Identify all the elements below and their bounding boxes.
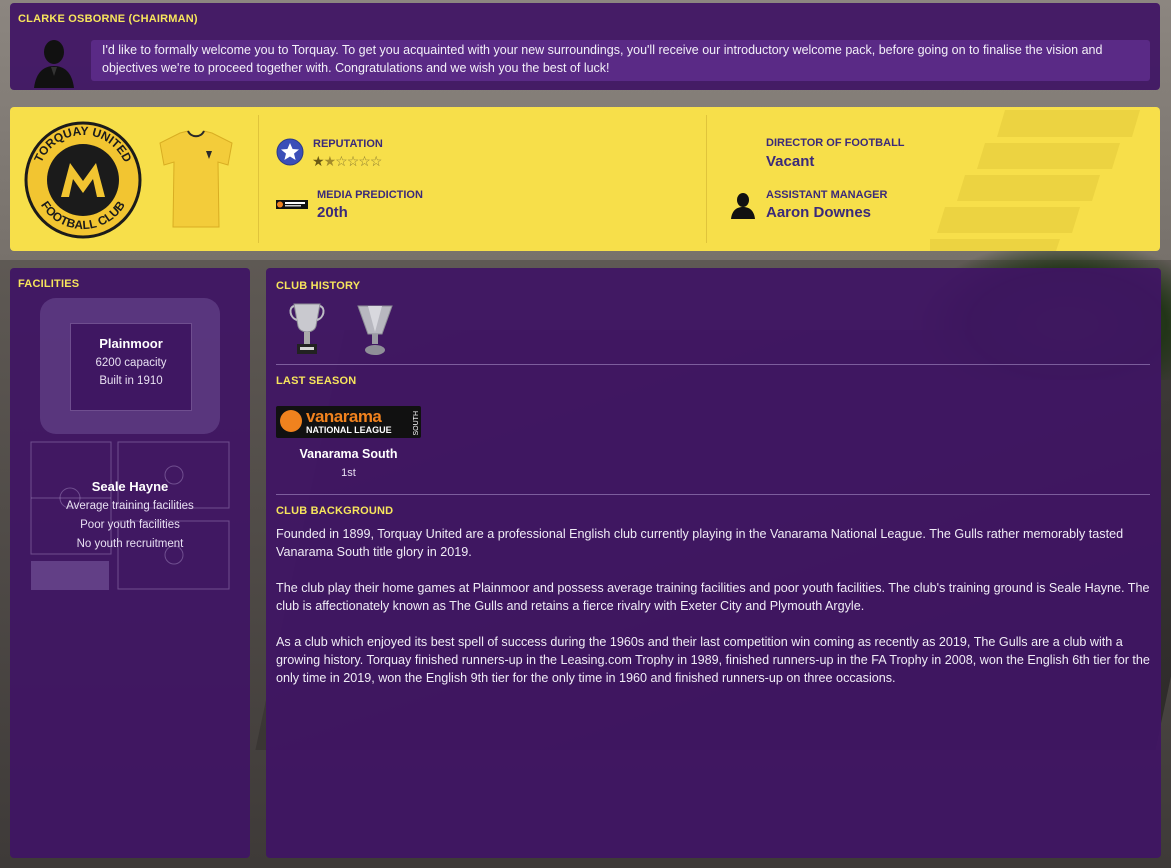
reputation-star-icon: ★ [323, 153, 337, 169]
assistant-manager-label: ASSISTANT MANAGER [766, 189, 888, 201]
stadium-diagram[interactable]: Plainmoor 6200 capacity Built in 1910 [40, 298, 220, 434]
chairman-silhouette-icon [34, 40, 74, 88]
vanarama-league-logo[interactable]: vanarama NATIONAL LEAGUE SOUTH [276, 406, 421, 438]
club-background-text: Founded in 1899, Torquay United are a pr… [276, 525, 1151, 705]
vanarama-logo-side-label: SOUTH [413, 411, 420, 436]
stadium-pitch: Plainmoor 6200 capacity Built in 1910 [70, 323, 192, 411]
stadium-built: Built in 1910 [99, 375, 163, 387]
director-of-football-value[interactable]: Vacant [766, 153, 814, 170]
chairman-message: I'd like to formally welcome you to Torq… [91, 40, 1150, 81]
youth-facilities-line: Poor youth facilities [80, 519, 180, 531]
reputation-stars: ★★☆☆☆☆ [312, 153, 383, 170]
assistant-manager-silhouette-icon [731, 193, 755, 219]
club-header-panel: TORQUAY UNITED FOOTBALL CLUB REPUTATION … [10, 107, 1160, 251]
reputation-star-icon [276, 138, 304, 166]
trophy-icon[interactable] [354, 302, 396, 358]
reputation-star-icon: ☆ [369, 153, 383, 169]
reputation-star-icon: ☆ [346, 153, 360, 169]
training-ground-diagram[interactable] [30, 441, 230, 591]
last-season-league[interactable]: Vanarama South [276, 447, 421, 461]
training-ground-name: Seale Hayne [91, 479, 169, 494]
section-divider [276, 494, 1150, 495]
last-season-position: 1st [341, 467, 356, 479]
league-mini-logo-icon [276, 200, 308, 209]
club-history-panel: CLUB HISTORY LAST SEASON vanarama NATION… [266, 268, 1161, 858]
training-facilities-line: Average training facilities [66, 500, 194, 512]
club-background-title: CLUB BACKGROUND [276, 505, 394, 517]
director-of-football-label: DIRECTOR OF FOOTBALL [766, 137, 905, 149]
media-prediction-label: MEDIA PREDICTION [317, 189, 423, 201]
club-badge-logo: TORQUAY UNITED FOOTBALL CLUB [24, 121, 142, 239]
trophy-icon[interactable] [286, 300, 328, 358]
facilities-panel: FACILITIES Plainmoor 6200 capacity Built… [10, 268, 250, 858]
chairman-message-panel: CLARKE OSBORNE (CHAIRMAN) I'd like to fo… [10, 3, 1160, 90]
reputation-label: REPUTATION [313, 138, 383, 150]
youth-recruitment-line: No youth recruitment [76, 538, 184, 550]
background-paragraph: Founded in 1899, Torquay United are a pr… [276, 527, 1124, 559]
header-stripes-decoration [930, 110, 1140, 251]
facilities-title: FACILITIES [18, 278, 80, 290]
stadium-name: Plainmoor [99, 336, 163, 351]
stadium-capacity: 6200 capacity [95, 357, 167, 369]
vanarama-logo-emblem-icon [280, 410, 302, 432]
reputation-star-icon: ☆ [358, 153, 371, 169]
last-season-title: LAST SEASON [276, 375, 357, 387]
background-paragraph: As a club which enjoyed its best spell o… [276, 635, 1150, 685]
chairman-title: CLARKE OSBORNE (CHAIRMAN) [18, 13, 198, 25]
vanarama-logo-subtitle: NATIONAL LEAGUE [306, 425, 392, 435]
header-divider [258, 115, 259, 243]
vanarama-logo-wordmark: vanarama [306, 407, 382, 426]
club-history-title: CLUB HISTORY [276, 280, 361, 292]
header-divider [706, 115, 707, 243]
section-divider [276, 364, 1150, 365]
media-prediction-value: 20th [317, 204, 348, 221]
background-paragraph: The club play their home games at Plainm… [276, 581, 1150, 613]
assistant-manager-value[interactable]: Aaron Downes [766, 204, 871, 221]
reputation-star-icon: ★ [312, 153, 325, 169]
reputation-star-icon: ☆ [335, 153, 348, 169]
club-kit-shirt-icon [159, 130, 233, 228]
